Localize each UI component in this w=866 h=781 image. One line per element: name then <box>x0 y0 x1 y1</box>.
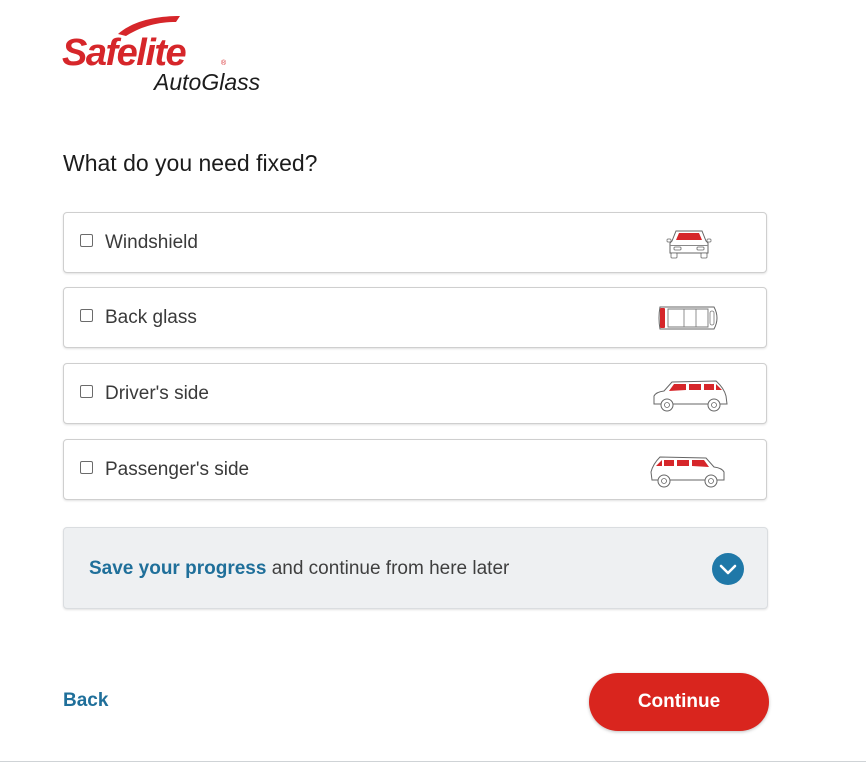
back-glass-checkbox[interactable] <box>80 309 93 322</box>
logo-wordmark: Safelite <box>62 32 187 74</box>
save-progress-text: Save your progress and continue from her… <box>89 558 509 580</box>
windshield-car-icon <box>666 230 712 259</box>
option-windshield[interactable]: Windshield <box>63 212 767 273</box>
logo-registered-mark: ® <box>221 60 227 67</box>
continue-button[interactable]: Continue <box>589 673 769 731</box>
back-glass-car-icon <box>658 306 718 330</box>
expand-save-button[interactable] <box>712 553 744 585</box>
save-progress-rest: and continue from here later <box>266 558 510 579</box>
windshield-checkbox[interactable] <box>80 234 93 247</box>
option-back-glass[interactable]: Back glass <box>63 287 767 348</box>
option-label: Passenger's side <box>105 459 250 480</box>
page-question: What do you need fixed? <box>63 150 318 176</box>
option-label: Back glass <box>105 307 197 328</box>
passenger-side-car-icon <box>650 456 725 488</box>
safelite-logo: Safelite ® AutoGlass <box>62 14 272 98</box>
option-label: Driver's side <box>105 383 209 404</box>
page-divider <box>0 761 866 762</box>
logo-subtitle: AutoGlass <box>154 69 261 95</box>
save-progress-panel[interactable]: Save your progress and continue from her… <box>63 527 768 609</box>
option-passengers-side[interactable]: Passenger's side <box>63 439 767 500</box>
option-label: Windshield <box>105 232 198 253</box>
passengers-side-checkbox[interactable] <box>80 461 93 474</box>
driver-side-car-icon <box>653 380 728 412</box>
save-progress-link[interactable]: Save your progress <box>89 558 266 579</box>
drivers-side-checkbox[interactable] <box>80 385 93 398</box>
chevron-down-icon <box>719 564 737 575</box>
back-link[interactable]: Back <box>63 690 108 712</box>
option-drivers-side[interactable]: Driver's side <box>63 363 767 424</box>
